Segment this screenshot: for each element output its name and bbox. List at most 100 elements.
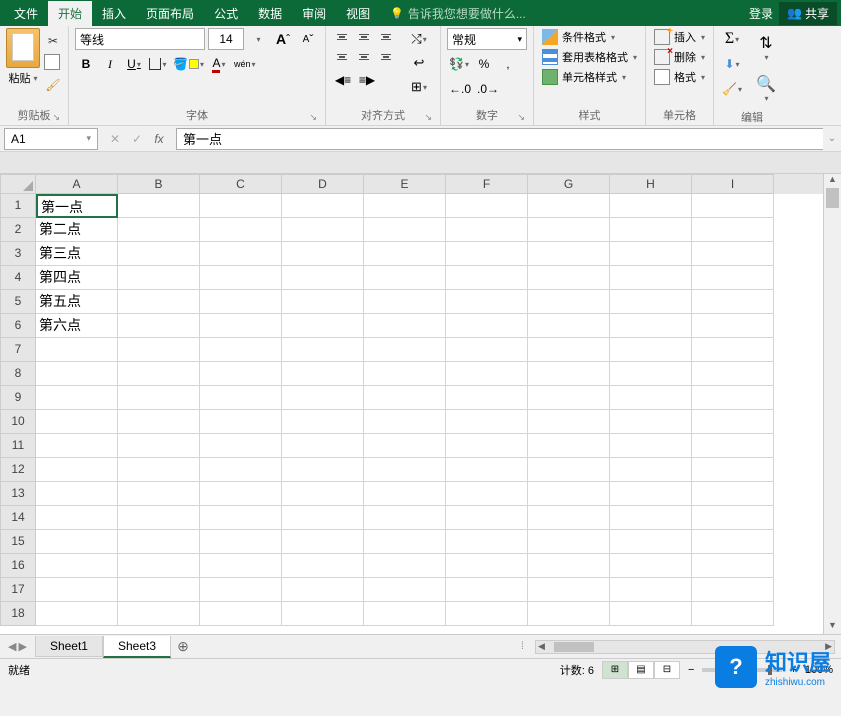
paste-button[interactable] bbox=[6, 28, 40, 68]
italic-button[interactable]: I bbox=[99, 53, 121, 75]
decrease-decimal-button[interactable]: .0→ bbox=[475, 78, 501, 100]
conditional-format-button[interactable]: 条件格式 bbox=[540, 28, 639, 46]
cell[interactable] bbox=[282, 434, 364, 458]
cell[interactable] bbox=[528, 602, 610, 626]
cell[interactable] bbox=[446, 290, 528, 314]
column-header[interactable]: B bbox=[118, 174, 200, 194]
percent-format-button[interactable]: % bbox=[473, 53, 495, 75]
clipboard-launcher[interactable]: ↘ bbox=[52, 112, 60, 123]
cell[interactable] bbox=[610, 194, 692, 218]
cell[interactable] bbox=[610, 602, 692, 626]
cell[interactable] bbox=[364, 266, 446, 290]
align-top-button[interactable] bbox=[332, 28, 352, 46]
cell[interactable] bbox=[364, 218, 446, 242]
cell[interactable] bbox=[282, 602, 364, 626]
cell[interactable] bbox=[282, 458, 364, 482]
cell[interactable] bbox=[610, 506, 692, 530]
wrap-text-button[interactable]: ↩ bbox=[404, 52, 434, 74]
cell[interactable] bbox=[446, 530, 528, 554]
enter-formula-button[interactable]: ✓ bbox=[128, 132, 146, 146]
comma-format-button[interactable]: , bbox=[497, 53, 519, 75]
cell[interactable] bbox=[692, 554, 774, 578]
cell[interactable] bbox=[610, 530, 692, 554]
column-header[interactable]: C bbox=[200, 174, 282, 194]
font-color-button[interactable]: A bbox=[208, 53, 230, 75]
insert-function-button[interactable]: fx bbox=[150, 132, 168, 146]
add-sheet-button[interactable]: ⊕ bbox=[171, 638, 195, 655]
row-header[interactable]: 4 bbox=[0, 266, 36, 290]
cell[interactable] bbox=[118, 554, 200, 578]
cell[interactable]: 第四点 bbox=[36, 266, 118, 290]
cell[interactable] bbox=[200, 554, 282, 578]
cell[interactable] bbox=[36, 482, 118, 506]
horizontal-scrollbar[interactable]: ◀ ▶ bbox=[535, 640, 835, 654]
cell[interactable] bbox=[118, 458, 200, 482]
increase-indent-button[interactable]: ≡▶ bbox=[356, 69, 378, 91]
cell[interactable] bbox=[200, 458, 282, 482]
cell[interactable] bbox=[282, 362, 364, 386]
cell[interactable] bbox=[36, 362, 118, 386]
sheet-tab-1[interactable]: Sheet3 bbox=[103, 636, 171, 658]
cell[interactable] bbox=[282, 266, 364, 290]
cell[interactable] bbox=[118, 290, 200, 314]
cell[interactable] bbox=[610, 314, 692, 338]
cell[interactable] bbox=[692, 482, 774, 506]
cut-button[interactable]: ✂ bbox=[44, 32, 62, 50]
cell[interactable] bbox=[610, 554, 692, 578]
cell[interactable] bbox=[610, 578, 692, 602]
cell[interactable] bbox=[282, 218, 364, 242]
delete-cells-button[interactable]: 删除 bbox=[652, 48, 707, 66]
cell[interactable] bbox=[692, 362, 774, 386]
cell[interactable] bbox=[692, 218, 774, 242]
cell[interactable] bbox=[282, 314, 364, 338]
hscroll-thumb[interactable] bbox=[554, 642, 594, 652]
login-link[interactable]: 登录 bbox=[749, 5, 773, 22]
cell[interactable] bbox=[364, 458, 446, 482]
cell[interactable] bbox=[118, 242, 200, 266]
cell[interactable] bbox=[364, 338, 446, 362]
font-launcher[interactable]: ↘ bbox=[309, 112, 317, 123]
cell[interactable] bbox=[282, 482, 364, 506]
cell[interactable] bbox=[282, 338, 364, 362]
row-header[interactable]: 17 bbox=[0, 578, 36, 602]
cell[interactable] bbox=[36, 602, 118, 626]
cell[interactable] bbox=[118, 602, 200, 626]
cell[interactable] bbox=[446, 218, 528, 242]
cell[interactable] bbox=[610, 218, 692, 242]
orientation-button[interactable]: ⤭ bbox=[404, 28, 434, 50]
row-header[interactable]: 6 bbox=[0, 314, 36, 338]
tab-review[interactable]: 审阅 bbox=[292, 1, 336, 26]
cell[interactable] bbox=[446, 410, 528, 434]
increase-decimal-button[interactable]: ←.0 bbox=[447, 78, 473, 100]
cell-styles-button[interactable]: 单元格样式 bbox=[540, 68, 639, 86]
zoom-slider[interactable] bbox=[702, 668, 782, 672]
phonetic-button[interactable]: wén bbox=[232, 53, 258, 75]
cell[interactable]: 第三点 bbox=[36, 242, 118, 266]
cell[interactable] bbox=[528, 434, 610, 458]
cell[interactable] bbox=[692, 578, 774, 602]
cancel-formula-button[interactable]: ✕ bbox=[106, 132, 124, 146]
cell[interactable] bbox=[610, 410, 692, 434]
cell[interactable] bbox=[610, 290, 692, 314]
cell[interactable]: 第六点 bbox=[36, 314, 118, 338]
cell[interactable] bbox=[364, 410, 446, 434]
cell[interactable] bbox=[364, 554, 446, 578]
row-header[interactable]: 10 bbox=[0, 410, 36, 434]
align-center-button[interactable] bbox=[354, 48, 374, 66]
cell[interactable] bbox=[364, 386, 446, 410]
decrease-indent-button[interactable]: ◀≡ bbox=[332, 69, 354, 91]
row-header[interactable]: 12 bbox=[0, 458, 36, 482]
cell[interactable] bbox=[200, 338, 282, 362]
align-right-button[interactable] bbox=[376, 48, 396, 66]
bold-button[interactable]: B bbox=[75, 53, 97, 75]
cell[interactable] bbox=[528, 410, 610, 434]
vscroll-thumb[interactable] bbox=[826, 188, 839, 208]
cell[interactable] bbox=[36, 338, 118, 362]
cell[interactable] bbox=[364, 194, 446, 218]
fill-button[interactable]: ⬇ bbox=[720, 53, 744, 75]
cell[interactable]: 第五点 bbox=[36, 290, 118, 314]
cell[interactable] bbox=[200, 362, 282, 386]
cell[interactable] bbox=[692, 410, 774, 434]
cell[interactable] bbox=[200, 506, 282, 530]
cell[interactable] bbox=[528, 578, 610, 602]
